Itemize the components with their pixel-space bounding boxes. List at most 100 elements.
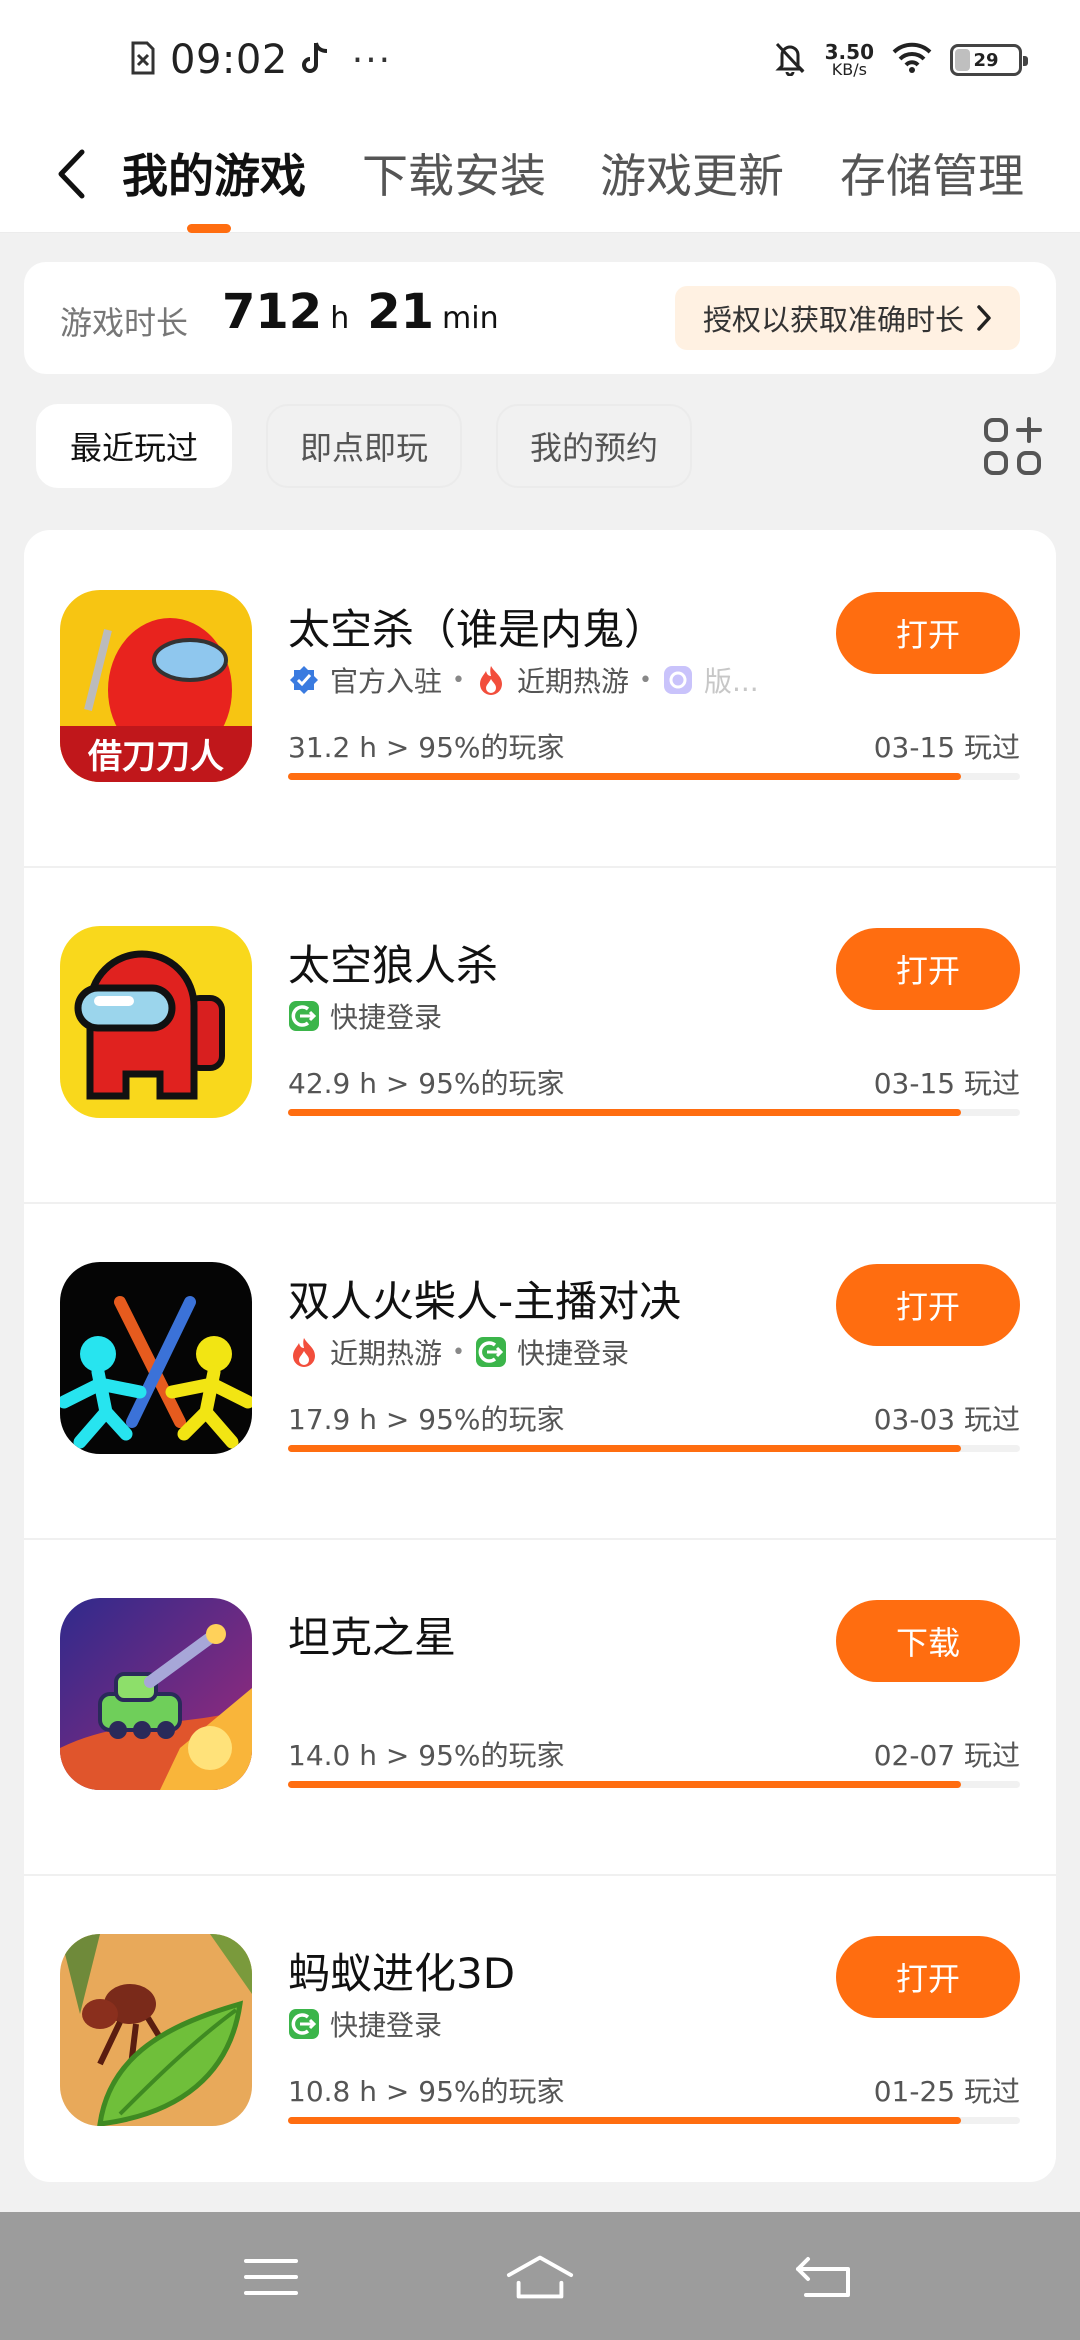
tag-official: 官方入驻	[288, 660, 442, 700]
play-progress-fill	[288, 1445, 962, 1452]
game-title: 太空杀（谁是内鬼）	[288, 605, 667, 654]
play-time-hours: 712	[222, 284, 323, 340]
play-time-minutes-unit: min	[442, 301, 499, 336]
game-title: 坦克之星	[288, 1613, 457, 1662]
chevron-right-icon	[977, 305, 991, 331]
open-game-button[interactable]: 打开	[836, 1264, 1020, 1346]
game-title: 太空狼人杀	[288, 941, 499, 990]
quick-login-icon	[289, 1001, 319, 1031]
battery-icon: 29	[950, 44, 1028, 76]
game-stats: 42.9 h > 95%的玩家 03-15 玩过	[288, 1062, 1020, 1102]
battery-level: 29	[973, 49, 999, 71]
back-button[interactable]	[46, 144, 96, 204]
tag-hot: 近期热游	[475, 660, 629, 700]
tab-my-games[interactable]: 我的游戏	[122, 140, 306, 206]
game-item[interactable]: 蚂蚁进化3D 快捷登录 10.8 h > 95%的玩家 01-25 玩过 打开	[24, 1874, 1056, 2182]
tag-separator: •	[452, 1339, 465, 1365]
tag-version: 版...	[662, 660, 759, 700]
play-progress-bar	[288, 1445, 1020, 1452]
network-speed-unit: KB/s	[831, 60, 867, 79]
tag-quick-login: 快捷登录	[288, 996, 442, 1036]
tag-label: 快捷登录	[330, 1001, 443, 1034]
status-bar: 09:02 ··· 3.50 KB/s 29	[0, 0, 1080, 118]
open-game-button[interactable]: 打开	[836, 1936, 1020, 2018]
game-last-played: 03-15 玩过	[873, 1067, 1020, 1100]
game-icon-tank-star	[60, 1598, 252, 1790]
flame-icon	[293, 1338, 315, 1367]
game-tags: 官方入驻 • 近期热游 • 版...	[288, 658, 759, 702]
game-item[interactable]: 借刀刀人 太空杀（谁是内鬼） 官方入驻 • 近期热游 • 版... 31.2 h…	[24, 530, 1056, 866]
flame-icon	[480, 666, 502, 695]
status-bar-left: 09:02 ···	[130, 34, 392, 86]
game-icon-stickman-duel	[60, 1262, 252, 1454]
play-progress-bar	[288, 1781, 1020, 1788]
game-last-played: 03-15 玩过	[873, 731, 1020, 764]
game-item[interactable]: 坦克之星 14.0 h > 95%的玩家 02-07 玩过 下载	[24, 1538, 1056, 1874]
home-icon	[506, 2255, 574, 2299]
status-time: 09:02	[170, 37, 288, 83]
manage-grid-add-icon[interactable]	[982, 416, 1044, 478]
open-game-button[interactable]: 打开	[836, 928, 1020, 1010]
game-play-hours: 42.9 h > 95%的玩家	[288, 1067, 565, 1100]
battery-fill	[955, 49, 971, 71]
authorize-playtime-label: 授权以获取准确时长	[702, 303, 964, 337]
game-icon-ant-evolution	[60, 1934, 252, 2126]
play-time-hours-unit: h	[330, 301, 350, 336]
play-progress-bar	[288, 773, 1020, 780]
play-time-value: 712 h 21 min	[222, 284, 509, 340]
verified-badge-icon	[290, 666, 318, 694]
game-icon-space-werewolf	[60, 926, 252, 1118]
game-last-played: 01-25 玩过	[873, 2075, 1020, 2108]
play-progress-bar	[288, 2117, 1020, 2124]
tab-game-updates[interactable]: 游戏更新	[600, 140, 784, 206]
tag-hot: 近期热游	[288, 1332, 442, 1372]
play-time-card: 游戏时长 712 h 21 min 授权以获取准确时长	[24, 262, 1056, 374]
play-progress-bar	[288, 1109, 1020, 1116]
tab-header: 我的游戏 下载安装 游戏更新 存储管理	[0, 118, 1080, 233]
game-last-played: 03-03 玩过	[873, 1403, 1020, 1436]
tag-quick-login: 快捷登录	[475, 1332, 629, 1372]
nav-home-button[interactable]	[505, 2242, 575, 2312]
game-title: 蚂蚁进化3D	[288, 1949, 516, 1998]
filter-my-reservations[interactable]: 我的预约	[496, 404, 693, 488]
game-play-hours: 31.2 h > 95%的玩家	[288, 731, 565, 764]
nav-menu-button[interactable]	[236, 2242, 306, 2312]
nav-back-button[interactable]	[788, 2242, 858, 2312]
tag-label: 近期热游	[330, 1337, 443, 1370]
play-time-label: 游戏时长	[60, 304, 189, 342]
game-item[interactable]: 太空狼人杀 快捷登录 42.9 h > 95%的玩家 03-15 玩过 打开	[24, 866, 1056, 1202]
game-title: 双人火柴人-主播对决	[288, 1277, 682, 1326]
play-progress-fill	[288, 1109, 962, 1116]
open-game-button[interactable]: 打开	[836, 592, 1020, 674]
game-item[interactable]: 双人火柴人-主播对决 近期热游 • 快捷登录 17.9 h > 95%的玩家 0…	[24, 1202, 1056, 1538]
authorize-playtime-button[interactable]: 授权以获取准确时长	[674, 286, 1020, 350]
filter-instant-play[interactable]: 即点即玩	[266, 404, 463, 488]
download-game-button[interactable]: 下载	[836, 1600, 1020, 1682]
tag-separator: •	[639, 667, 652, 693]
tab-storage-management[interactable]: 存储管理	[840, 140, 1024, 206]
tag-label: 官方入驻	[330, 665, 443, 698]
system-navigation-bar	[0, 2212, 1080, 2340]
tag-label: 快捷登录	[517, 1337, 630, 1370]
mute-bell-icon	[773, 40, 807, 80]
active-tab-indicator	[187, 224, 231, 233]
quick-login-icon	[476, 1337, 506, 1367]
more-notifications-icon: ···	[351, 39, 393, 81]
game-icon-caption: 借刀刀人	[87, 737, 224, 777]
quick-login-icon	[289, 2009, 319, 2039]
tag-label: 近期热游	[517, 665, 630, 698]
game-stats: 31.2 h > 95%的玩家 03-15 玩过	[288, 726, 1020, 766]
tag-quick-login: 快捷登录	[288, 2004, 442, 2044]
tab-download-install[interactable]: 下载安装	[362, 140, 546, 206]
back-arrow-icon	[796, 2257, 850, 2297]
filter-chips: 最近玩过 即点即玩 我的预约	[36, 404, 693, 488]
game-list: 借刀刀人 太空杀（谁是内鬼） 官方入驻 • 近期热游 • 版... 31.2 h…	[24, 530, 1056, 2182]
sim-missing-icon	[130, 41, 156, 79]
tag-label: 版...	[704, 665, 759, 698]
play-progress-fill	[288, 1781, 962, 1788]
tag-label: 快捷登录	[330, 2009, 443, 2042]
filter-recently-played[interactable]: 最近玩过	[36, 404, 233, 488]
game-play-hours: 10.8 h > 95%的玩家	[288, 2075, 565, 2108]
wifi-icon	[892, 42, 932, 78]
game-stats: 17.9 h > 95%的玩家 03-03 玩过	[288, 1398, 1020, 1438]
